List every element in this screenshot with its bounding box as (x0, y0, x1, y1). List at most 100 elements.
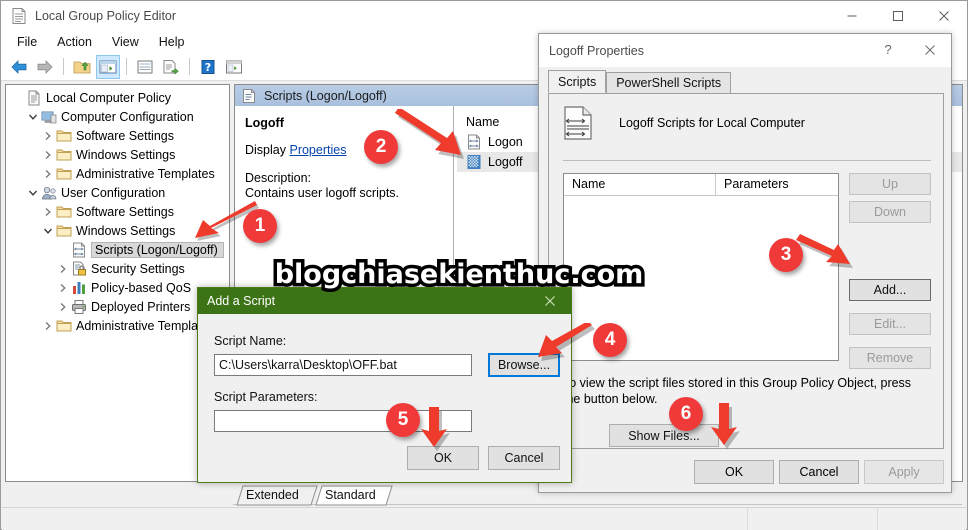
properties-tab-row: Scripts PowerShell Scripts (548, 70, 732, 93)
title-bar: Local Group Policy Editor (1, 1, 967, 31)
tree-item-computer-configuration[interactable]: Computer Configuration (6, 107, 229, 126)
up-button[interactable]: Up (849, 173, 931, 195)
tree-item-label: Software Settings (76, 204, 174, 219)
forward-arrow-icon[interactable] (33, 55, 57, 79)
annotation-arrow-4 (538, 323, 595, 361)
add-script-title: Add a Script (207, 294, 276, 308)
script-document-icon (563, 106, 593, 140)
watermark: blogchiasekienthuc.com blogchiasekienthu… (189, 256, 729, 294)
tree-item-label: Security Settings (91, 261, 185, 276)
status-bar (2, 507, 966, 530)
folder-icon (56, 223, 72, 239)
properties-ok-button[interactable]: OK (694, 460, 774, 484)
script-icon (71, 242, 87, 258)
tab-standard-label: Standard (325, 488, 376, 502)
add-button[interactable]: Add... (849, 279, 931, 301)
back-arrow-icon[interactable] (7, 55, 31, 79)
chevron-right-icon[interactable] (40, 166, 56, 182)
chevron-down-icon[interactable] (40, 223, 56, 239)
show-files-button[interactable]: Show Files... (609, 424, 719, 447)
tree-item-local-computer-policy[interactable]: Local Computer Policy (6, 88, 229, 107)
tree-item-administrative-templates[interactable]: Administrative Templates (6, 316, 229, 335)
chevron-down-icon[interactable] (25, 185, 41, 201)
properties-dialog-controls: ? (867, 34, 951, 65)
help-question-button[interactable]: ? (867, 34, 909, 65)
menu-action[interactable]: Action (47, 33, 102, 51)
chevron-right-icon[interactable] (55, 261, 71, 277)
properties-icon[interactable] (133, 55, 157, 79)
properties-dialog-footer: OK Cancel Apply (539, 460, 951, 493)
list-item-label: Logoff (488, 155, 523, 169)
tree-item-deployed-printers[interactable]: Deployed Printers (6, 297, 229, 316)
tree-item-label: Windows Settings (76, 147, 176, 162)
chevron-right-icon[interactable] (40, 204, 56, 220)
printer-icon (71, 299, 87, 315)
maximize-button[interactable] (875, 1, 921, 31)
tab-extended[interactable]: Extended (233, 485, 318, 506)
listview-column-parameters[interactable]: Parameters (716, 174, 789, 195)
add-script-cancel-button[interactable]: Cancel (488, 446, 560, 470)
show-hide-tree-icon[interactable] (96, 54, 120, 79)
annotation-badge-5: 5 (386, 403, 420, 437)
close-button[interactable] (921, 1, 967, 31)
tree-item-windows-settings[interactable]: Windows Settings (6, 145, 229, 164)
listview-column-name[interactable]: Name (564, 174, 716, 195)
tab-standard[interactable]: Standard (312, 485, 393, 506)
help-icon[interactable]: ? (196, 55, 220, 79)
edit-button[interactable]: Edit... (849, 313, 931, 335)
chevron-down-icon[interactable] (25, 109, 41, 125)
show-console-tree-icon[interactable] (222, 55, 246, 79)
menu-help[interactable]: Help (149, 33, 195, 51)
script-name-label: Script Name: (214, 334, 287, 348)
window-title: Local Group Policy Editor (35, 9, 177, 23)
tree-item-label: Deployed Printers (91, 299, 191, 314)
display-label: Display (245, 143, 286, 157)
properties-apply-button[interactable]: Apply (864, 460, 944, 484)
toolbar-separator (63, 58, 64, 75)
chevron-right-icon[interactable] (40, 147, 56, 163)
chevron-right-icon[interactable] (40, 128, 56, 144)
menu-view[interactable]: View (102, 33, 149, 51)
script-parameters-label: Script Parameters: (214, 390, 318, 404)
script-icon (241, 88, 257, 104)
scripts-heading-row: Logoff Scripts for Local Computer (549, 94, 943, 140)
folder-icon (56, 166, 72, 182)
scripts-side-buttons: Up Down Add... Edit... Remove (849, 173, 931, 369)
tree-item-software-settings[interactable]: Software Settings (6, 126, 229, 145)
scripts-listview-header: Name Parameters (564, 174, 838, 196)
export-list-icon[interactable] (159, 55, 183, 79)
down-button[interactable]: Down (849, 201, 931, 223)
tab-powershell-scripts[interactable]: PowerShell Scripts (606, 72, 732, 93)
tree-item-label: Software Settings (76, 128, 174, 143)
remove-button[interactable]: Remove (849, 347, 931, 369)
annotation-badge-2: 2 (364, 130, 398, 164)
annotation-arrow-3 (796, 234, 853, 268)
up-folder-icon[interactable] (70, 55, 94, 79)
policy-document-icon (10, 7, 28, 25)
toolbar-separator (126, 58, 127, 75)
annotation-badge-4: 4 (593, 323, 627, 357)
security-icon (71, 261, 87, 277)
properties-link[interactable]: Properties (289, 143, 346, 157)
chevron-right-icon[interactable] (55, 299, 71, 315)
menu-file[interactable]: File (7, 33, 47, 51)
folder-icon (56, 147, 72, 163)
properties-cancel-button[interactable]: Cancel (779, 460, 859, 484)
annotation-arrow-6 (711, 403, 740, 449)
policy-document-icon (26, 90, 42, 106)
folder-icon (56, 128, 72, 144)
annotation-badge-6: 6 (669, 397, 703, 431)
tab-extended-label: Extended (246, 488, 299, 502)
properties-close-button[interactable] (909, 34, 951, 65)
properties-dialog-titlebar: Logoff Properties ? (539, 34, 951, 67)
tree-item-administrative-templates[interactable]: Administrative Templates (6, 164, 229, 183)
script-name-input[interactable]: C:\Users\karra\Desktop\OFF.bat (214, 354, 472, 376)
description-label: Description: (245, 171, 311, 185)
chevron-right-icon[interactable] (40, 318, 56, 334)
tab-scripts[interactable]: Scripts (548, 70, 607, 93)
chevron-right-icon[interactable] (55, 280, 71, 296)
minimize-button[interactable] (829, 1, 875, 31)
show-files-note: To view the script files stored in this … (563, 375, 931, 407)
qos-chart-icon (71, 280, 87, 296)
